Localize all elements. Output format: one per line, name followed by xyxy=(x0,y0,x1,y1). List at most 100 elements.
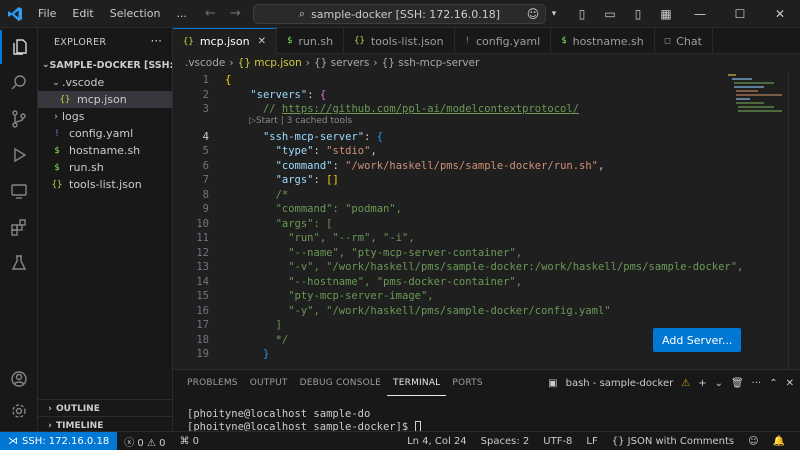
tab-tools-list-json[interactable]: {} tools-list.json xyxy=(344,28,455,54)
code-line[interactable]: 4 "ssh-mcp-server": { xyxy=(173,130,800,145)
end-of-line[interactable]: LF xyxy=(579,436,604,447)
code-line[interactable]: 16 "-y", "/work/haskell/pms/sample-docke… xyxy=(173,304,800,319)
code-text: "args": [] xyxy=(275,174,339,186)
cursor-position[interactable]: Ln 4, Col 24 xyxy=(400,436,474,447)
code-text: "pty-mcp-server-image", xyxy=(288,290,434,302)
source-control-icon[interactable] xyxy=(0,102,38,136)
menu-file[interactable]: File xyxy=(30,0,64,28)
breadcrumb-item[interactable]: {} servers xyxy=(314,57,369,69)
back-arrow-icon[interactable]: ← xyxy=(205,6,216,21)
code-line[interactable]: 5 "type": "stdio", xyxy=(173,144,800,159)
breadcrumb-item[interactable]: {} ssh-mcp-server xyxy=(382,57,480,69)
chevron-down-icon[interactable]: ▾ xyxy=(543,3,565,25)
code-line[interactable]: 15 "pty-mcp-server-image", xyxy=(173,289,800,304)
language-mode[interactable]: {} JSON with Comments xyxy=(605,436,741,447)
minimize-icon[interactable]: — xyxy=(680,0,720,28)
tab-terminal[interactable]: TERMINAL xyxy=(387,370,447,396)
code-line[interactable]: 14 "--hostname", "pms-docker-container", xyxy=(173,275,800,290)
search-icon: ⌕ xyxy=(298,7,306,20)
minimap[interactable] xyxy=(726,72,786,132)
tree-file-tools-list-json[interactable]: {} tools-list.json xyxy=(38,176,172,193)
code-line[interactable]: 8 /* xyxy=(173,188,800,203)
tab-hostname-sh[interactable]: $ hostname.sh xyxy=(551,28,655,54)
encoding[interactable]: UTF-8 xyxy=(536,436,579,447)
code-line[interactable]: 2 "servers": { xyxy=(173,88,800,103)
more-actions-icon[interactable]: ··· xyxy=(752,378,762,389)
breadcrumb-item[interactable]: {} mcp.json xyxy=(238,57,302,69)
chevron-right-icon: › xyxy=(48,420,52,431)
problems-status[interactable]: ⓧ 0 ⚠ 0 xyxy=(117,434,172,449)
menu-edit[interactable]: Edit xyxy=(64,0,101,28)
run-debug-icon[interactable] xyxy=(0,138,38,172)
menu-selection[interactable]: Selection xyxy=(102,0,169,28)
new-terminal-icon[interactable]: + xyxy=(698,378,706,389)
line-number: 19 xyxy=(196,348,209,360)
tree-folder-vscode[interactable]: ⌄ .vscode xyxy=(38,74,172,91)
tab-config-yaml[interactable]: ! config.yaml xyxy=(455,28,552,54)
menu-more[interactable]: ... xyxy=(168,0,195,28)
chevron-right-icon: › xyxy=(305,57,310,69)
command-center[interactable]: ⌕ sample-docker [SSH: 172.16.0.18] xyxy=(253,4,546,24)
code-line[interactable]: 12 "--name", "pty-mcp-server-container", xyxy=(173,246,800,261)
close-icon[interactable]: ✕ xyxy=(760,0,800,28)
maximize-icon[interactable]: ☐ xyxy=(720,0,760,28)
more-actions-icon[interactable]: ··· xyxy=(151,34,162,48)
tab-debug-console[interactable]: DEBUG CONSOLE xyxy=(294,370,387,396)
code-text: */ xyxy=(275,333,289,346)
notifications-bell-icon[interactable]: 🔔 xyxy=(766,436,792,447)
code-line[interactable]: 7 "args": [] xyxy=(173,173,800,188)
remote-indicator[interactable]: ⋊ SSH: 172.16.0.18 xyxy=(0,431,118,450)
tree-file-config-yaml[interactable]: ! config.yaml xyxy=(38,125,172,142)
copilot-status-icon[interactable]: ☺ xyxy=(741,436,765,447)
add-server-button[interactable]: Add Server... xyxy=(653,328,742,352)
code-line[interactable]: 11 "run", "--rm", "-i", xyxy=(173,231,800,246)
tab-problems[interactable]: PROBLEMS xyxy=(181,370,244,396)
trash-icon[interactable]: 🗑 xyxy=(731,378,744,389)
copilot-icon[interactable]: ☺ xyxy=(522,3,544,25)
code-text: { xyxy=(225,74,232,86)
tab-ports[interactable]: PORTS xyxy=(446,370,488,396)
terminal-name[interactable]: bash - sample-docker xyxy=(566,378,674,389)
maximize-panel-icon[interactable]: ⌃ xyxy=(769,378,777,389)
indentation[interactable]: Spaces: 2 xyxy=(474,436,537,447)
tab-output[interactable]: OUTPUT xyxy=(244,370,294,396)
tree-file-hostname-sh[interactable]: $ hostname.sh xyxy=(38,142,172,159)
yaml-file-icon: ! xyxy=(54,128,60,139)
outline-section[interactable]: › OUTLINE xyxy=(38,399,173,417)
forward-arrow-icon[interactable]: → xyxy=(230,6,241,21)
extensions-icon[interactable] xyxy=(0,210,38,244)
workspace-folder[interactable]: ⌄ SAMPLE-DOCKER [SSH: 172.16.0... xyxy=(38,56,172,74)
tree-file-run-sh[interactable]: $ run.sh xyxy=(38,159,172,176)
manage-gear-icon[interactable] xyxy=(0,394,38,428)
code-line[interactable]: 13 "-v", "/work/haskell/pms/sample-docke… xyxy=(173,260,800,275)
account-icon[interactable] xyxy=(0,362,38,396)
tab-mcp-json[interactable]: {} mcp.json ✕ xyxy=(173,28,277,54)
testing-icon[interactable] xyxy=(0,246,38,280)
ports-status[interactable]: ⌘ 0 xyxy=(172,436,206,447)
code-text: "--hostname", "pms-docker-container", xyxy=(288,275,523,288)
code-line[interactable]: 9 "command": "podman", xyxy=(173,202,800,217)
remote-explorer-icon[interactable] xyxy=(0,174,38,208)
breadcrumb-item[interactable]: .vscode xyxy=(185,57,225,69)
warning-icon: ⚠ xyxy=(146,437,156,449)
code-line[interactable]: 10 "args": [ xyxy=(173,217,800,232)
tab-chat[interactable]: □ Chat xyxy=(655,28,713,54)
tree-folder-logs[interactable]: › logs xyxy=(38,108,172,125)
editor-scrollbar[interactable] xyxy=(788,72,800,369)
toggle-panel-icon[interactable]: ▭ xyxy=(599,3,621,25)
codelens-start[interactable]: ▷Start | 3 cached tools xyxy=(249,116,352,126)
toggle-secondary-sidebar-icon[interactable]: ▯ xyxy=(627,3,649,25)
code-line[interactable]: 3 // https://github.com/ppl-ai/modelcont… xyxy=(173,102,800,117)
code-editor[interactable]: 1{2 "servers": {3 // https://github.com/… xyxy=(173,72,800,369)
customize-layout-icon[interactable]: ▦ xyxy=(655,3,677,25)
chevron-down-icon[interactable]: ⌄ xyxy=(715,378,723,389)
search-icon[interactable] xyxy=(0,66,38,100)
tree-file-mcp-json[interactable]: {} mcp.json xyxy=(38,91,172,108)
code-line[interactable]: 6 "command": "/work/haskell/pms/sample-d… xyxy=(173,159,800,174)
tab-run-sh[interactable]: $ run.sh xyxy=(277,28,345,54)
close-icon[interactable]: ✕ xyxy=(258,36,266,47)
toggle-sidebar-icon[interactable]: ▯ xyxy=(571,3,593,25)
explorer-icon[interactable] xyxy=(0,30,38,64)
close-panel-icon[interactable]: ✕ xyxy=(786,378,794,389)
code-line[interactable]: 1{ xyxy=(173,73,800,88)
